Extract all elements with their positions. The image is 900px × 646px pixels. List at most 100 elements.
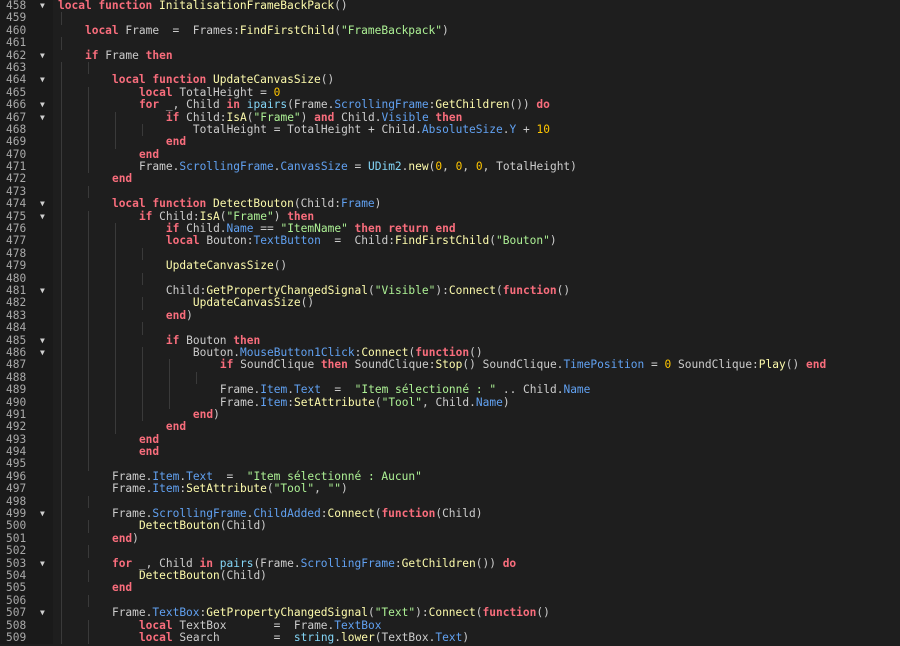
fold-chevron-icon[interactable]: ▼: [40, 0, 50, 12]
indent-guide: [87, 458, 89, 471]
code-line[interactable]: 477 local Bouton:TextButton = Child:FindF…: [0, 234, 900, 248]
fold-chevron-icon[interactable]: ▼: [40, 198, 50, 210]
code-line[interactable]: 492 end: [0, 420, 900, 434]
line-gutter: 507 ▼: [0, 606, 53, 620]
line-gutter: 474 ▼: [0, 197, 53, 211]
code-editor[interactable]: 458 ▼ local function InitalisationFrameBac…: [0, 0, 900, 646]
indent-guide: [87, 594, 89, 608]
code-line[interactable]: 497 Frame.Item:SetAttribute("Tool", ""): [0, 482, 900, 496]
code-token: .. Child.: [496, 383, 564, 397]
code-line[interactable]: 481 ▼ Child:GetPropertyChangedSignal("Visi…: [0, 284, 900, 298]
indent-guide: [114, 309, 116, 323]
indent-guide: [87, 322, 89, 335]
code-token: local function: [111, 73, 213, 87]
indent-guide: [87, 359, 89, 372]
indent-guide: [87, 86, 89, 100]
code-line[interactable]: 458 ▼ local function InitalisationFrameBac…: [0, 0, 900, 13]
code-line[interactable]: 472 end: [0, 173, 900, 186]
indent-guide: [141, 408, 143, 422]
fold-chevron-icon[interactable]: ▼: [40, 558, 50, 570]
indent-guide: [141, 123, 143, 137]
code-token: IsA: [226, 110, 247, 124]
code-token: Stop: [435, 358, 463, 372]
code-token: and: [314, 110, 342, 124]
code-token: SetAttribute: [294, 395, 375, 409]
code-token: ): [273, 209, 288, 223]
code-line[interactable]: 505 end: [0, 581, 900, 595]
fold-chevron-icon[interactable]: ▼: [40, 607, 50, 619]
code-line[interactable]: 491 end): [0, 408, 900, 422]
code-line[interactable]: 464 ▼ local function UpdateCanvasSize(): [0, 73, 900, 87]
code-token: ): [442, 23, 449, 37]
code-text: end): [166, 309, 193, 322]
code-line[interactable]: 462 ▼ if Frame then: [0, 49, 900, 62]
indent-guide: [114, 136, 116, 149]
indent-guide: [114, 371, 116, 385]
indent-guide: [141, 396, 143, 409]
code-line[interactable]: 460 local Frame = Frames:FindFirstChild("…: [0, 23, 900, 38]
indent-guide: [141, 384, 143, 397]
code-token: ScrollingFrame: [152, 507, 247, 521]
fold-chevron-icon[interactable]: ▼: [40, 347, 50, 359]
code-text: end): [193, 408, 220, 421]
fold-chevron-icon[interactable]: ▼: [40, 335, 50, 347]
code-token: ):: [415, 606, 429, 620]
code-token: Frame.: [111, 469, 153, 483]
code-line[interactable]: 501 end): [0, 532, 900, 546]
code-line[interactable]: 493 end: [0, 432, 900, 447]
code-line[interactable]: 479 UpdateCanvasSize(): [0, 259, 900, 273]
fold-chevron-icon[interactable]: ▼: [40, 112, 50, 124]
code-token: +: [516, 122, 537, 136]
indent-guide: [61, 99, 62, 112]
fold-chevron-icon[interactable]: ▼: [40, 50, 50, 62]
code-line[interactable]: 507 ▼ Frame.TextBox:GetPropertyChangedSign…: [0, 606, 900, 620]
code-token: end: [165, 135, 187, 149]
code-token: in: [199, 556, 220, 570]
code-token: Text: [294, 383, 321, 397]
line-gutter: 466 ▼: [0, 98, 53, 112]
line-number: 477: [6, 234, 27, 248]
code-line[interactable]: 483 end): [0, 309, 900, 323]
code-token: GetChildren: [401, 556, 476, 570]
code-line[interactable]: 509 local Search = string.lower(TextBox.T…: [0, 630, 900, 645]
code-line[interactable]: 494 end: [0, 445, 900, 459]
code-token: Item: [152, 482, 180, 496]
code-token: Visible: [381, 110, 429, 124]
code-line[interactable]: 504 DetectBouton(Child): [0, 569, 900, 583]
code-line[interactable]: 484: [0, 321, 900, 335]
code-line[interactable]: 478: [0, 247, 900, 261]
indent-guide: [61, 532, 62, 546]
code-token: end: [138, 445, 160, 459]
code-token: FindFirstChild: [239, 23, 335, 37]
code-line[interactable]: 503 ▼ for _, Child in pairs(Frame.Scrollin…: [0, 556, 900, 570]
code-line[interactable]: 499 ▼ Frame.ScrollingFrame.ChildAdded:Conn…: [0, 507, 900, 521]
fold-chevron-icon[interactable]: ▼: [40, 285, 50, 297]
code-token: Search =: [179, 630, 294, 644]
fold-chevron-icon[interactable]: ▼: [40, 99, 50, 111]
indent-guide: [61, 396, 62, 409]
fold-chevron-icon[interactable]: ▼: [40, 211, 50, 223]
code-token: in: [226, 98, 247, 112]
code-token: end: [138, 432, 160, 446]
line-gutter: 497: [0, 482, 53, 496]
code-text: if Frame then: [85, 49, 173, 62]
code-line[interactable]: 469 end: [0, 135, 900, 149]
code-token: TotalHeight = TotalHeight + Child.: [192, 122, 422, 136]
indent-guide: [114, 297, 116, 310]
code-line[interactable]: 487 if SoundClique then SoundClique:Stop(…: [0, 358, 900, 372]
line-gutter: 472: [0, 173, 53, 186]
code-line[interactable]: 468 TotalHeight = TotalHeight + Child.Abs…: [0, 122, 900, 137]
indent-guide: [87, 247, 89, 261]
code-line[interactable]: 482 UpdateCanvasSize(): [0, 296, 900, 310]
fold-chevron-icon[interactable]: ▼: [40, 508, 50, 520]
code-text: local Search = string.lower(TextBox.Text…: [139, 630, 469, 644]
code-token: (Frame.: [253, 556, 301, 570]
code-token: Child.: [341, 110, 382, 124]
indent-guide: [61, 247, 62, 261]
code-line[interactable]: 471 Frame.ScrollingFrame.CanvasSize = UDi…: [0, 160, 900, 174]
code-line[interactable]: 490 Frame.Item:SetAttribute("Tool", Child…: [0, 395, 900, 409]
code-token: =: [347, 160, 368, 174]
code-token: if: [138, 209, 160, 223]
code-line[interactable]: 474 ▼ local function DetectBouton(Child:Fr…: [0, 197, 900, 211]
fold-chevron-icon[interactable]: ▼: [40, 74, 50, 86]
